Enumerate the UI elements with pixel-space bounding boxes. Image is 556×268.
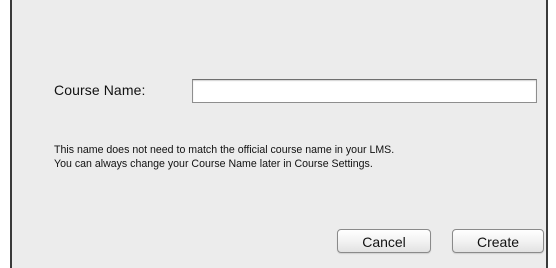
create-course-dialog: Course Name: This name does not need to … — [10, 0, 548, 268]
help-text-line-2: You can always change your Course Name l… — [54, 158, 373, 170]
course-name-input[interactable] — [192, 79, 537, 103]
create-button[interactable]: Create — [452, 229, 544, 253]
screen: Course Name: This name does not need to … — [0, 0, 556, 268]
help-text-line-1: This name does not need to match the off… — [54, 144, 395, 156]
cancel-button[interactable]: Cancel — [337, 229, 431, 253]
course-name-help-text: This name does not need to match the off… — [54, 143, 544, 171]
course-name-label: Course Name: — [54, 82, 146, 98]
